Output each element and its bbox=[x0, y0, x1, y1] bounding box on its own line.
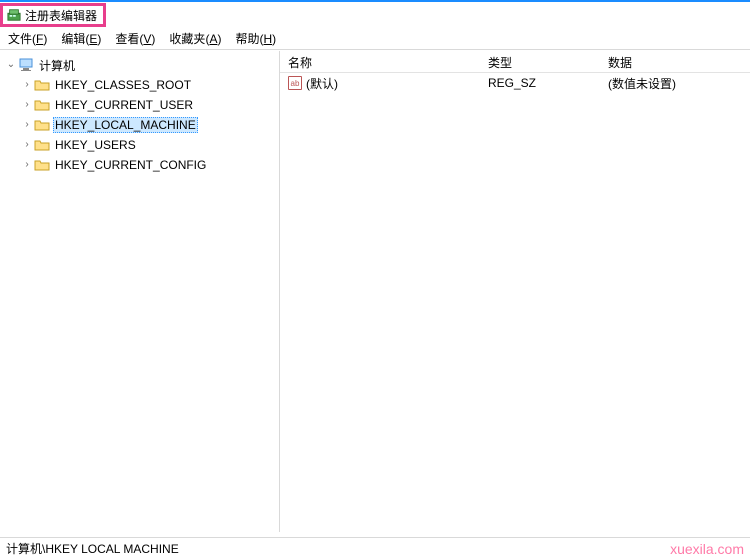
value-name: (默认) bbox=[306, 75, 338, 92]
list-header: 名称 类型 数据 bbox=[280, 51, 750, 73]
tree-item[interactable]: › HKEY_LOCAL_MACHINE bbox=[2, 115, 279, 135]
status-path: 计算机\HKEY LOCAL MACHINE bbox=[6, 540, 179, 557]
tree-pane[interactable]: ⌄ 计算机 › HKEY_CLASSES_ROOT › HKEY_CURRENT_US… bbox=[0, 51, 280, 532]
menubar: 文件(F) 编辑(E) 查看(V) 收藏夹(A) 帮助(H) bbox=[0, 28, 750, 50]
column-header-name[interactable]: 名称 bbox=[280, 51, 480, 72]
tree-item-label: HKEY_CURRENT_USER bbox=[53, 97, 195, 113]
tree-root-label: 计算机 bbox=[37, 56, 77, 75]
table-row[interactable]: ab (默认) REG_SZ(数值未设置) bbox=[280, 73, 750, 93]
value-data: (数值未设置) bbox=[600, 72, 750, 95]
chevron-right-icon[interactable]: › bbox=[20, 100, 34, 110]
chevron-right-icon[interactable]: › bbox=[20, 140, 34, 150]
content-area: ⌄ 计算机 › HKEY_CLASSES_ROOT › HKEY_CURRENT_US… bbox=[0, 50, 750, 532]
string-value-icon: ab bbox=[288, 76, 302, 90]
tree-item[interactable]: › HKEY_USERS bbox=[2, 135, 279, 155]
folder-icon bbox=[34, 117, 50, 133]
tree-item[interactable]: › HKEY_CURRENT_USER bbox=[2, 95, 279, 115]
folder-icon bbox=[34, 77, 50, 93]
tree-item-label: HKEY_CLASSES_ROOT bbox=[53, 77, 193, 93]
chevron-down-icon[interactable]: ⌄ bbox=[4, 60, 18, 70]
menu-help[interactable]: 帮助(H) bbox=[235, 30, 276, 47]
window-title: 注册表编辑器 bbox=[25, 7, 97, 24]
statusbar: 计算机\HKEY LOCAL MACHINE xuexila.com bbox=[0, 537, 750, 559]
tree-root[interactable]: ⌄ 计算机 bbox=[2, 55, 279, 75]
regedit-icon bbox=[7, 8, 21, 22]
menu-edit[interactable]: 编辑(E) bbox=[61, 30, 101, 47]
folder-icon bbox=[34, 157, 50, 173]
column-header-type[interactable]: 类型 bbox=[480, 51, 600, 72]
titlebar-highlight: 注册表编辑器 bbox=[0, 3, 106, 27]
chevron-right-icon[interactable]: › bbox=[20, 160, 34, 170]
value-type: REG_SZ bbox=[480, 73, 600, 93]
chevron-right-icon[interactable]: › bbox=[20, 120, 34, 130]
watermark: xuexila.com bbox=[670, 541, 744, 557]
menu-file[interactable]: 文件(F) bbox=[8, 30, 47, 47]
tree-item[interactable]: › HKEY_CURRENT_CONFIG bbox=[2, 155, 279, 175]
titlebar: 注册表编辑器 bbox=[0, 0, 750, 28]
tree-item-label: HKEY_USERS bbox=[53, 137, 138, 153]
chevron-right-icon[interactable]: › bbox=[20, 80, 34, 90]
column-header-data[interactable]: 数据 bbox=[600, 51, 750, 72]
tree-item[interactable]: › HKEY_CLASSES_ROOT bbox=[2, 75, 279, 95]
tree-item-label: HKEY_CURRENT_CONFIG bbox=[53, 157, 208, 173]
computer-icon bbox=[18, 57, 34, 73]
list-pane[interactable]: 名称 类型 数据 ab (默认) REG_SZ(数值未设置) bbox=[280, 51, 750, 532]
folder-icon bbox=[34, 137, 50, 153]
folder-icon bbox=[34, 97, 50, 113]
tree-item-label: HKEY_LOCAL_MACHINE bbox=[53, 117, 198, 133]
menu-favorites[interactable]: 收藏夹(A) bbox=[169, 30, 221, 47]
menu-view[interactable]: 查看(V) bbox=[115, 30, 155, 47]
